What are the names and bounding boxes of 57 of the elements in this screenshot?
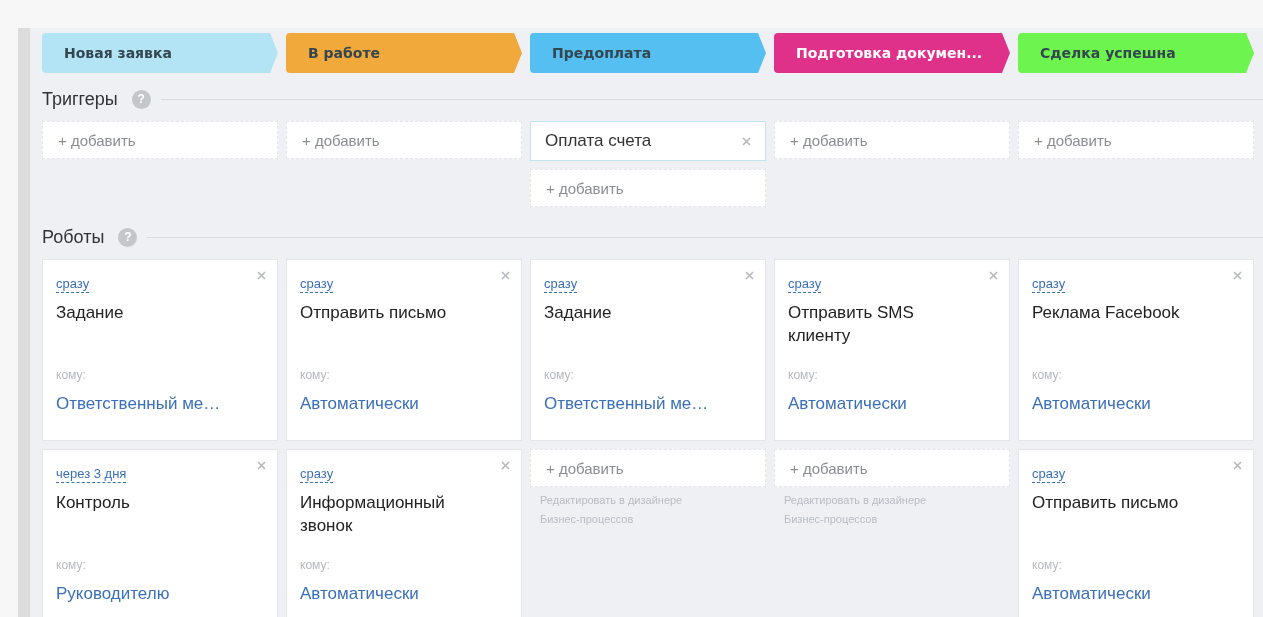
close-icon[interactable] [257,271,266,280]
close-icon[interactable] [501,461,510,470]
robot-name: Отправить письмо [1032,492,1180,514]
timing-link[interactable]: через 3 дня [56,466,127,483]
close-icon[interactable] [742,136,751,146]
robot-name: Реклама Facebook [1032,302,1181,324]
recipient-label: кому: [1032,558,1063,572]
robot-name: Отправить письмо [300,302,448,324]
recipient-label: кому: [300,558,331,572]
trigger-label: Оплата счета [545,131,652,151]
recipient-link[interactable]: Ответственный ме… [56,394,264,414]
close-icon[interactable] [745,271,754,280]
add-button[interactable]: + добавить [530,449,766,487]
stage-tab[interactable]: Подготовка докумен... [774,33,1010,73]
recipient-link[interactable]: Ответственный ме… [544,394,752,414]
robot-name: Контроль [56,492,131,514]
stage-tab[interactable]: Сделка успешна [1018,33,1254,73]
robot-name: Отправить SMS клиенту [788,302,915,347]
recipient-link[interactable]: Автоматически [1032,394,1240,414]
add-button[interactable]: + добавить [286,121,522,159]
close-icon[interactable] [1233,271,1242,280]
timing-link[interactable]: сразу [300,276,334,293]
timing-link[interactable]: сразу [56,276,90,293]
add-button[interactable]: + добавить [530,169,766,207]
recipient-link[interactable]: Автоматически [788,394,996,414]
recipient-label: кому: [544,368,575,382]
close-icon[interactable] [257,461,266,470]
recipient-link[interactable]: Автоматически [300,584,508,604]
timing-link[interactable]: сразу [1032,466,1066,483]
add-button[interactable]: + добавить [42,121,278,159]
close-icon[interactable] [989,271,998,280]
stage-tab[interactable]: Новая заявка [42,33,278,73]
add-button[interactable]: + добавить [774,121,1010,159]
stage-tab[interactable]: В работе [286,33,522,73]
add-button[interactable]: + добавить [774,449,1010,487]
stage-tab[interactable]: Предоплата [530,33,766,73]
section-title: Триггеры [42,88,118,110]
timing-link[interactable]: сразу [788,276,822,293]
close-icon[interactable] [501,271,510,280]
robot-name: Задание [56,302,125,324]
recipient-label: кому: [300,368,331,382]
recipient-link[interactable]: Автоматически [1032,584,1240,604]
timing-link[interactable]: сразу [544,276,578,293]
close-icon[interactable] [1233,461,1242,470]
robot-name: Информационный звонок [300,492,446,537]
recipient-link[interactable]: Автоматически [300,394,508,414]
timing-link[interactable]: сразу [300,466,334,483]
recipient-label: кому: [56,368,87,382]
section-title: Роботы [42,226,105,248]
timing-link[interactable]: сразу [1032,276,1066,293]
recipient-label: кому: [788,368,819,382]
recipient-label: кому: [1032,368,1063,382]
recipient-label: кому: [56,558,87,572]
recipient-link[interactable]: Руководителю [56,584,264,604]
trigger-item[interactable]: Оплата счета [530,121,766,161]
add-button[interactable]: + добавить [1018,121,1254,159]
robot-name: Задание [544,302,613,324]
